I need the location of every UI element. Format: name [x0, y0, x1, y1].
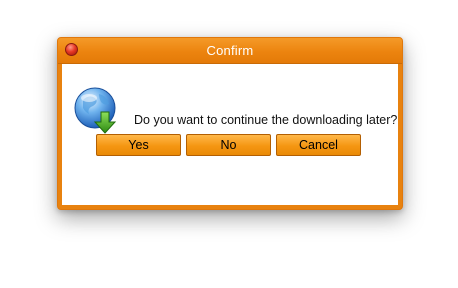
confirm-message: Do you want to continue the downloading … [134, 113, 398, 127]
no-button[interactable]: No [186, 134, 271, 156]
cancel-button[interactable]: Cancel [276, 134, 361, 156]
yes-button[interactable]: Yes [96, 134, 181, 156]
dialog-title: Confirm [206, 43, 254, 58]
confirm-dialog: Confirm Do you want to continue the down [57, 37, 403, 210]
title-bar[interactable]: Confirm [58, 38, 402, 64]
globe-download-icon [74, 87, 117, 134]
